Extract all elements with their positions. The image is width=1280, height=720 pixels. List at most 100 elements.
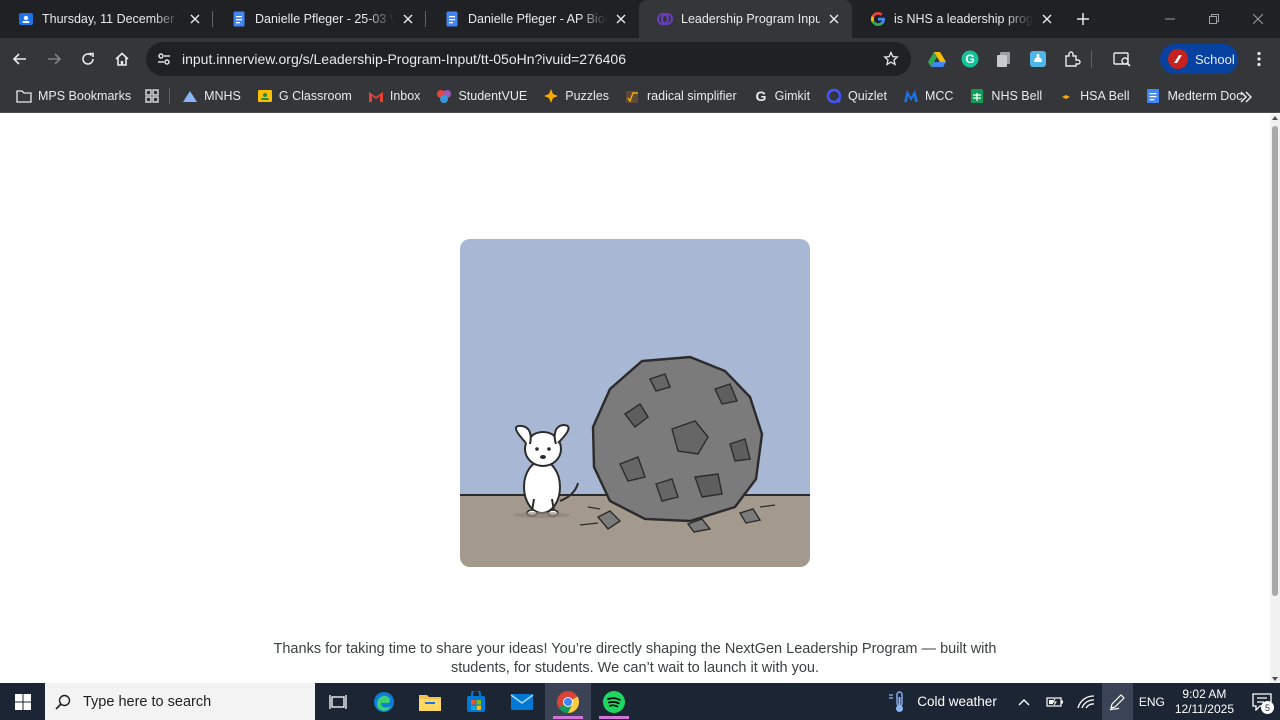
tab-title: Leadership Program Input (681, 12, 820, 26)
store-icon (467, 690, 485, 712)
show-hidden-icons-button[interactable] (1009, 683, 1040, 720)
restore-button[interactable] (1192, 0, 1236, 38)
edge-icon (374, 691, 394, 712)
forward-arrow-icon (48, 53, 62, 65)
studentvue-icon (436, 88, 452, 104)
bookmark-nhs-bell[interactable]: NHS Bell (963, 83, 1048, 109)
taskbar-search-box[interactable]: Type here to search (45, 683, 315, 720)
bookmark-mnhs[interactable]: MNHS (176, 83, 247, 109)
copy-extension-icon[interactable] (987, 42, 1021, 76)
dog-and-boulder-illustration (460, 239, 810, 567)
scroll-up-icon[interactable] (1272, 116, 1278, 120)
close-window-button[interactable] (1236, 0, 1280, 38)
browser-menu-button[interactable] (1244, 42, 1274, 76)
bookmark-label: StudentVUE (458, 89, 528, 103)
grammarly-icon[interactable]: G (953, 42, 987, 76)
thank-you-message: Thanks for taking time to share your ide… (240, 640, 1030, 678)
address-bar[interactable]: input.innerview.org/s/Leadership-Program… (146, 42, 911, 76)
minimize-button[interactable] (1148, 0, 1192, 38)
forward-button[interactable] (37, 42, 71, 76)
tab-search-icon[interactable] (1105, 42, 1139, 76)
site-info-icon[interactable] (148, 51, 180, 67)
page-scrollbar[interactable] (1270, 114, 1280, 683)
bookmark-label: Medterm Doc (1167, 89, 1243, 103)
url-text[interactable]: input.innerview.org/s/Leadership-Program… (182, 51, 871, 67)
tab-wave-doc[interactable]: Danielle Pfleger - 25-03 Wave (213, 0, 426, 38)
clock[interactable]: 9:02 AM 12/11/2025 (1175, 687, 1234, 717)
home-button[interactable] (105, 42, 139, 76)
bookmark-gimkit[interactable]: G Gimkit (747, 83, 816, 109)
task-view-button[interactable] (315, 683, 361, 720)
battery-icon[interactable] (1040, 683, 1071, 720)
folder-icon (16, 88, 32, 104)
input-language[interactable]: ENG (1139, 695, 1165, 709)
pen-workspace-icon[interactable] (1101, 683, 1133, 720)
system-tray: Cold weather ENG 9:02 AM 12/11/2025 5 (887, 683, 1280, 720)
bookmark-quizlet[interactable]: Quizlet (820, 83, 893, 109)
microsoft-store-button[interactable] (453, 683, 499, 720)
more-bookmarks-button[interactable] (1234, 85, 1258, 109)
bookmark-label: Gimkit (774, 89, 811, 103)
notifications-button[interactable]: 5 (1244, 683, 1280, 720)
bookmark-medterm-doc[interactable]: Medterm Doc (1139, 83, 1248, 109)
new-tab-button[interactable] (1065, 0, 1101, 38)
bookmark-mps-bookmarks[interactable]: MPS Bookmarks (10, 83, 137, 109)
message-line-2: students, for students. We can’t wait to… (450, 660, 820, 676)
file-explorer-button[interactable] (407, 683, 453, 720)
close-tab-icon[interactable] (1039, 11, 1055, 27)
wifi-icon[interactable] (1071, 683, 1102, 720)
windows-taskbar: Type here to search Cold weather ENG 9:0… (0, 683, 1280, 720)
windows-logo-icon (14, 693, 31, 710)
close-tab-icon[interactable] (613, 11, 629, 27)
back-button[interactable] (3, 42, 37, 76)
screencast-extension-icon[interactable] (1021, 42, 1055, 76)
bookmark-studentvue[interactable]: StudentVUE (430, 83, 533, 109)
chrome-button[interactable] (545, 683, 591, 720)
profile-avatar-icon (1168, 49, 1188, 69)
home-icon (115, 52, 129, 66)
extensions-puzzle-icon[interactable] (1055, 42, 1089, 76)
edge-browser-button[interactable] (361, 683, 407, 720)
bookmark-label: Quizlet (848, 89, 887, 103)
bookmark-mcc[interactable]: MCC (897, 83, 959, 109)
tab-leadership-program[interactable]: Leadership Program Input (639, 0, 852, 38)
start-button[interactable] (0, 683, 45, 720)
bookmark-label: Inbox (389, 89, 421, 103)
bookmark-radical-simplifier[interactable]: radical simplifier (619, 83, 743, 109)
close-tab-icon[interactable] (187, 11, 203, 27)
tab-thursday[interactable]: Thursday, 11 December The W (0, 0, 213, 38)
profile-button[interactable]: School (1160, 44, 1238, 74)
mail-button[interactable] (499, 683, 545, 720)
innerview-icon (657, 11, 673, 27)
google-docs-icon (444, 11, 460, 27)
spotify-button[interactable] (591, 683, 637, 720)
bookmark-label: radical simplifier (647, 89, 737, 103)
page-content: Thanks for taking time to share your ide… (0, 114, 1270, 683)
apps-grid-button[interactable] (141, 83, 163, 109)
window-controls (1148, 0, 1280, 38)
tab-nhs-search[interactable]: is NHS a leadership program (852, 0, 1065, 38)
restore-icon (1209, 14, 1219, 24)
scroll-down-icon[interactable] (1272, 677, 1278, 681)
google-drive-icon[interactable] (920, 42, 954, 76)
bookmarks-bar: MPS Bookmarks MNHS G Classroom Inbox Stu… (0, 80, 1280, 113)
folder-icon (419, 694, 441, 711)
tab-strip: Thursday, 11 December The W Danielle Pfl… (0, 0, 1280, 38)
clock-date: 12/11/2025 (1174, 701, 1234, 716)
scrollbar-thumb[interactable] (1272, 126, 1278, 596)
classroom-icon (257, 88, 273, 104)
bookmark-star-icon[interactable] (871, 51, 911, 67)
bookmark-puzzles[interactable]: Puzzles (537, 83, 615, 109)
bookmark-hsa-bell[interactable]: HSA Bell (1052, 83, 1135, 109)
reload-button[interactable] (71, 42, 105, 76)
weather-widget[interactable]: Cold weather (887, 690, 997, 713)
close-tab-icon[interactable] (400, 11, 416, 27)
chrome-icon (557, 690, 579, 713)
weather-label: Cold weather (917, 694, 997, 709)
tab-ap-biology[interactable]: Danielle Pfleger - AP Biology (426, 0, 639, 38)
google-icon (870, 11, 886, 27)
bookmark-g-classroom[interactable]: G Classroom (251, 83, 358, 109)
bookmark-inbox[interactable]: Inbox (362, 83, 427, 109)
bookmark-label: MCC (924, 89, 954, 103)
close-tab-icon[interactable] (826, 11, 842, 27)
